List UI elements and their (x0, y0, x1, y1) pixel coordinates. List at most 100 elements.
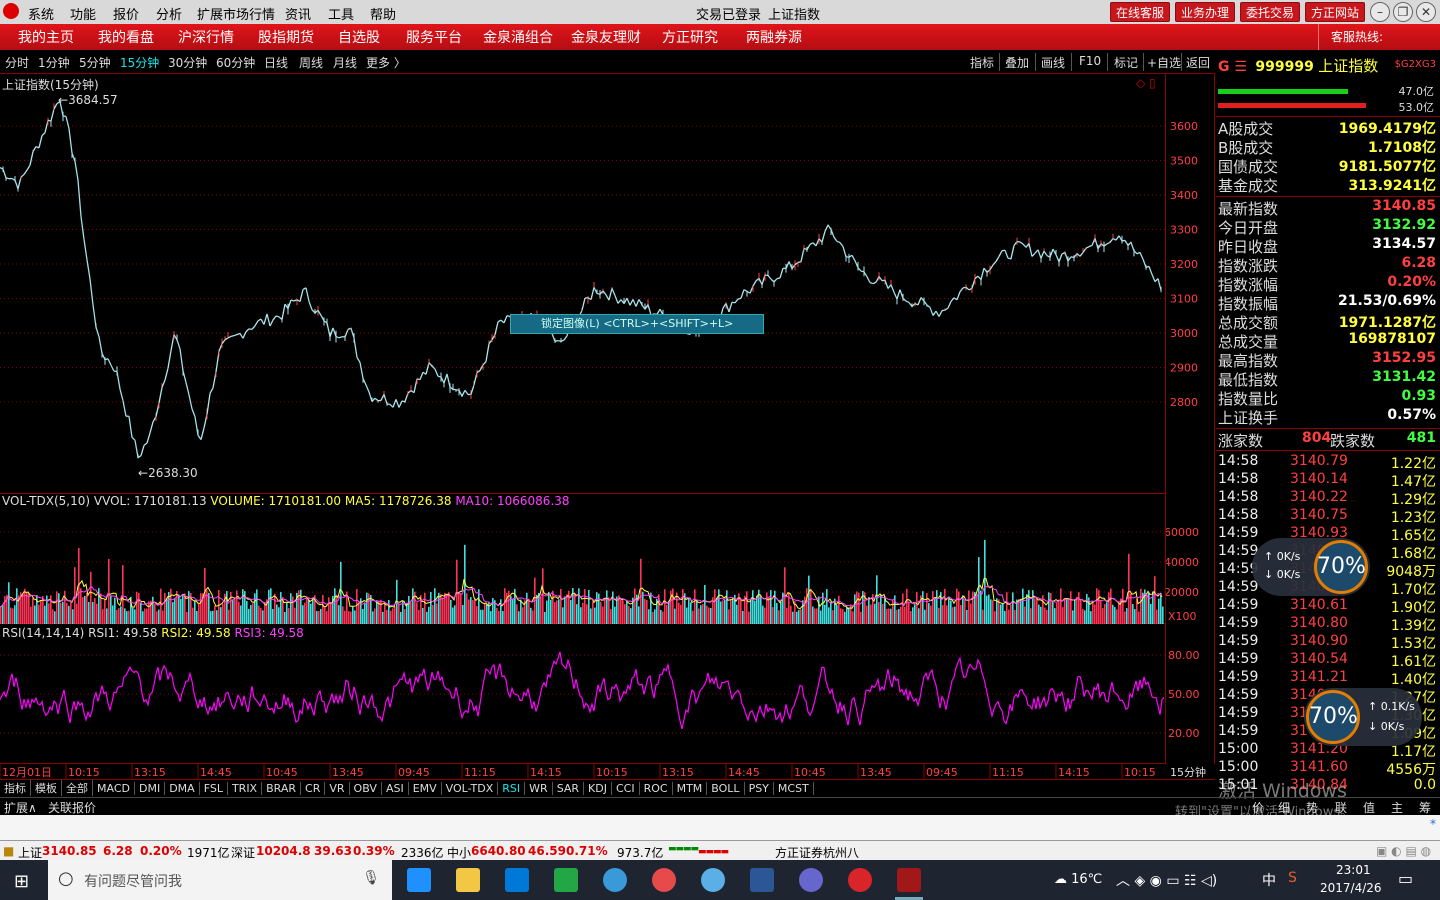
indicator-tab-指标[interactable]: 指标 (0, 780, 31, 796)
menu-function[interactable]: 功能 (70, 4, 96, 23)
tick-row[interactable]: 14:59 3140.61 1.90亿 (1218, 597, 1438, 616)
tick-row[interactable]: 14:58 3140.79 1.22亿 (1218, 453, 1438, 472)
tool-draw[interactable]: 画线 (1041, 54, 1065, 71)
indicator-tab-macd[interactable]: MACD (93, 782, 135, 795)
menu-system[interactable]: 系统 (28, 4, 54, 23)
tick-row[interactable]: 15:00 3141.60 4556万 (1218, 759, 1438, 778)
pinwheel-app-icon[interactable] (652, 868, 676, 892)
indicator-tab-kdj[interactable]: KDJ (584, 782, 612, 795)
microphone-icon[interactable]: 🎙 (362, 870, 380, 886)
tool-f10[interactable]: F10 (1079, 54, 1101, 68)
indicator-tab-roc[interactable]: ROC (640, 782, 673, 795)
indicator-tab-brar[interactable]: BRAR (262, 782, 302, 795)
tool-indicator[interactable]: 指标 (970, 54, 994, 71)
restore-icon[interactable]: ❐ (1393, 2, 1413, 22)
indicator-tab-dmi[interactable]: DMI (135, 782, 166, 795)
indicator-tab-emv[interactable]: EMV (409, 782, 442, 795)
tool-add-watch[interactable]: +自选 (1147, 54, 1181, 71)
indicator-tab-mtm[interactable]: MTM (673, 782, 708, 795)
menu-quote[interactable]: 报价 (113, 4, 139, 23)
period-60min[interactable]: 60分钟 (216, 54, 255, 71)
menu-extended-market[interactable]: 扩展市场行情 (197, 4, 275, 23)
tab-value[interactable]: 值 (1363, 799, 1375, 816)
tool-overlay[interactable]: 叠加 (1005, 54, 1029, 71)
indicator-tab-全部[interactable]: 全部 (62, 780, 93, 796)
nav-watchlist[interactable]: 自选股 (338, 27, 380, 47)
lock-image-tooltip[interactable]: 锁定图像(L) <CTRL>+<SHIFT>+L> (510, 314, 764, 334)
browser-icon[interactable] (701, 868, 725, 892)
nav-portfolio[interactable]: 金泉涌组合 (483, 27, 553, 47)
price-chart-panel[interactable]: 上证指数(15分钟) ◇ ▯ 锁定图像(L) <CTRL>+<SHIFT>+L>… (0, 74, 1166, 494)
indicator-tab-boll[interactable]: BOLL (707, 782, 745, 795)
indicator-tab-cci[interactable]: CCI (612, 782, 640, 795)
tick-row[interactable]: 14:58 3140.75 1.23亿 (1218, 507, 1438, 526)
indicator-tab-trix[interactable]: TRIX (228, 782, 263, 795)
tool-mark[interactable]: 标记 (1114, 54, 1138, 71)
period-1min[interactable]: 1分钟 (38, 54, 70, 71)
indicator-tab-sar[interactable]: SAR (553, 782, 585, 795)
rsi-chart-panel[interactable]: RSI(14,14,14) RSI1: 49.58 RSI2: 49.58 RS… (0, 624, 1166, 764)
tick-row[interactable]: 14:59 3140.54 1.61亿 (1218, 651, 1438, 670)
nav-my-watch[interactable]: 我的看盘 (98, 27, 154, 47)
ie-icon[interactable] (603, 868, 627, 892)
online-service-button[interactable]: 在线客服 (1110, 2, 1170, 22)
app-green-icon[interactable] (554, 868, 578, 892)
clock-time[interactable]: 23:01 (1336, 863, 1371, 877)
nav-index-futures[interactable]: 股指期货 (258, 27, 314, 47)
tab-price[interactable]: 价 (1252, 799, 1264, 816)
business-button[interactable]: 业务办理 (1175, 2, 1235, 22)
scroll-marker-icon[interactable]: * (1430, 817, 1436, 831)
tab-link[interactable]: 联 (1335, 799, 1347, 816)
status-icons[interactable]: ▣ ◐ ▤ ◍ (1376, 844, 1431, 858)
indicator-tab-obv[interactable]: OBV (350, 782, 382, 795)
period-daily[interactable]: 日线 (264, 54, 288, 71)
indicator-tab-cr[interactable]: CR (301, 782, 326, 795)
tick-row[interactable]: 14:59 3141.21 1.40亿 (1218, 669, 1438, 688)
sogou-icon[interactable]: S (1288, 870, 1297, 886)
tab-chips[interactable]: 筹 (1419, 799, 1431, 816)
menu-analysis[interactable]: 分析 (156, 4, 182, 23)
website-button[interactable]: 方正网站 (1305, 2, 1365, 22)
period-30min[interactable]: 30分钟 (168, 54, 207, 71)
nav-research[interactable]: 方正研究 (662, 27, 718, 47)
word-icon[interactable] (750, 868, 774, 892)
tab-trend[interactable]: 势 (1306, 799, 1318, 816)
nav-sh-sz-quotes[interactable]: 沪深行情 (178, 27, 234, 47)
indicator-tab-rsi[interactable]: RSI (498, 782, 526, 795)
close-icon[interactable]: ✕ (1416, 2, 1436, 22)
chart-settings-icon[interactable]: ◇ ▯ (1136, 76, 1156, 90)
price-chart[interactable] (0, 74, 1166, 494)
tick-row[interactable]: 14:59 3140.80 1.39亿 (1218, 615, 1438, 634)
weather-icon[interactable]: ☁ 16℃ (1054, 872, 1102, 887)
edge-icon[interactable] (407, 868, 431, 892)
period-more[interactable]: 更多 〉 (366, 54, 406, 71)
period-intraday[interactable]: 分时 (5, 54, 29, 71)
nav-margin[interactable]: 两融券源 (746, 27, 802, 47)
minimize-icon[interactable]: – (1370, 2, 1390, 22)
notification-icon[interactable]: ▭ (1398, 869, 1413, 888)
menu-tools[interactable]: 工具 (328, 4, 354, 23)
trade-button[interactable]: 委托交易 (1240, 2, 1300, 22)
indicator-tab-模板[interactable]: 模板 (31, 780, 62, 796)
cortana-search[interactable]: ○ 有问题尽管问我 🎙 (48, 860, 392, 900)
indicator-tab-psy[interactable]: PSY (745, 782, 774, 795)
indicator-tab-wr[interactable]: WR (525, 782, 553, 795)
indicator-tab-fsl[interactable]: FSL (200, 782, 228, 795)
nav-home[interactable]: 我的主页 (18, 27, 74, 47)
tick-row[interactable]: 14:58 3140.22 1.29亿 (1218, 489, 1438, 508)
nav-wealth[interactable]: 金泉友理财 (571, 27, 641, 47)
network-speed-widget[interactable]: 70% ↑ 0.1K/s ↓ 0K/s (1304, 688, 1422, 746)
period-weekly[interactable]: 周线 (299, 54, 323, 71)
indicator-tab-vol-tdx[interactable]: VOL-TDX (442, 782, 499, 795)
period-15min[interactable]: 15分钟 (120, 54, 159, 71)
windows-start-icon[interactable]: ⊞ (14, 871, 29, 892)
store-icon[interactable] (505, 868, 529, 892)
indicator-tab-vr[interactable]: VR (325, 782, 350, 795)
ime-indicator[interactable]: 中 (1262, 870, 1276, 890)
rsi-chart[interactable] (0, 624, 1166, 764)
indicator-tab-dma[interactable]: DMA (165, 782, 200, 795)
file-explorer-icon[interactable] (456, 868, 480, 892)
period-monthly[interactable]: 月线 (333, 54, 357, 71)
tool-back[interactable]: 返回 (1186, 54, 1210, 71)
menu-help[interactable]: 帮助 (370, 4, 396, 23)
